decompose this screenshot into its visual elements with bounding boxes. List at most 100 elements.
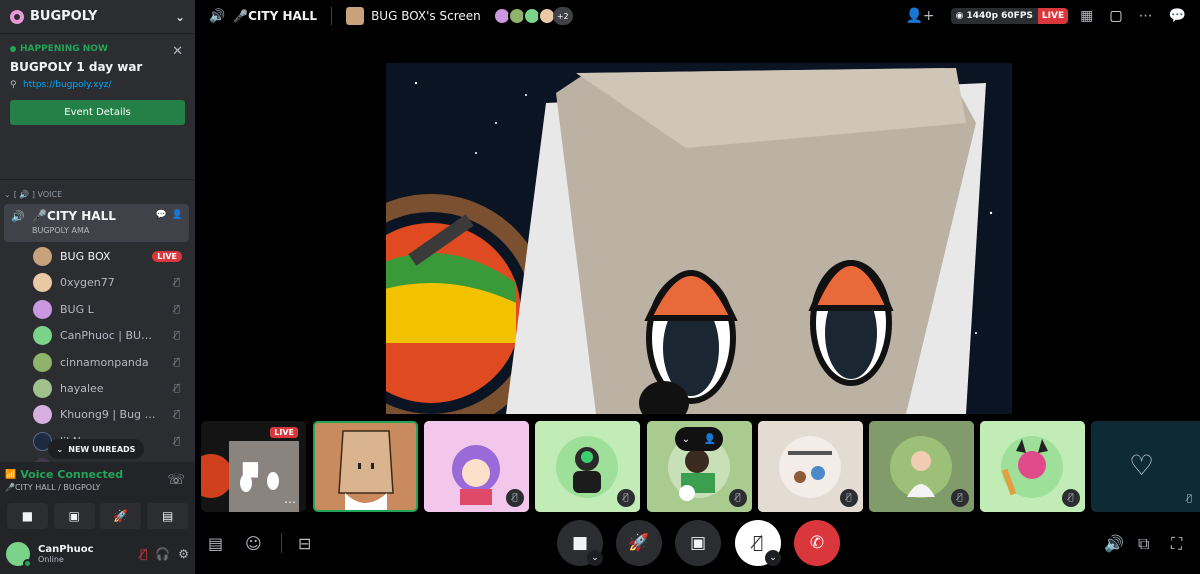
member-item[interactable]: BUG BOX LIVE: [33, 246, 185, 266]
stream-quality: 1440p 60FPS: [966, 11, 1033, 21]
stream-frame-image: [386, 63, 1012, 414]
member-item[interactable]: CanPhuoc | BUG G... 🎙̸: [33, 325, 185, 345]
rocket-icon: 🚀: [113, 509, 129, 523]
user-icon[interactable]: 👤: [704, 434, 716, 445]
avatar: [33, 299, 52, 319]
eye-icon: ◉: [955, 11, 964, 21]
member-name: 0xygen77: [60, 275, 115, 289]
soundboard-icon[interactable]: ▤: [208, 534, 223, 553]
participant-tile[interactable]: [313, 421, 418, 512]
avatar: [346, 7, 365, 25]
heart-icon: ♡: [1129, 449, 1155, 482]
stream-video[interactable]: [386, 63, 1012, 414]
chat-icon[interactable]: 💬: [1169, 8, 1186, 24]
participant-tile[interactable]: 🎙̸: [980, 421, 1085, 512]
mute-button[interactable]: 🎙̸ ⌄: [735, 520, 781, 566]
category-voice[interactable]: ⌄[ 🔊 ] VOICE: [0, 188, 195, 200]
username: CanPhuoc: [38, 544, 94, 555]
more-options-icon[interactable]: ⋯: [1139, 8, 1153, 24]
event-banner: HAPPENING NOW ✕ BUGPOLY 1 day war ⚲ https…: [0, 34, 195, 180]
screen-share-icon: ▣: [689, 533, 707, 553]
chevron-down-icon[interactable]: ⌄: [682, 434, 690, 445]
member-name: hayalee: [60, 381, 104, 395]
more-viewers-count: +2: [552, 7, 573, 25]
participant-tile[interactable]: 🎙̸: [424, 421, 529, 512]
channel-name: 🎤CITY HALL: [32, 209, 116, 223]
gear-icon[interactable]: ⚙: [178, 547, 189, 561]
soundboard-button[interactable]: ▤: [147, 503, 189, 529]
grid-icon[interactable]: ▦: [1080, 8, 1093, 24]
sidebar: BUGPOLY ⌄ HAPPENING NOW ✕ BUGPOLY 1 day …: [0, 0, 195, 574]
member-item[interactable]: hayalee 🎙̸: [33, 378, 185, 398]
headphones-icon[interactable]: 🎧: [155, 547, 170, 561]
mic-muted-icon[interactable]: 🎙̸: [140, 547, 147, 561]
avatar: [33, 325, 52, 345]
more-options-icon[interactable]: ⋯: [284, 495, 296, 509]
emoji-icon[interactable]: ☺: [245, 534, 262, 553]
participant-tile[interactable]: 🎙̸: [535, 421, 640, 512]
signal-icon[interactable]: 📶: [5, 470, 16, 480]
avatar: [315, 423, 416, 510]
category-label: [ 🔊 ] VOICE: [13, 189, 63, 199]
event-details-button[interactable]: Event Details: [10, 100, 185, 125]
member-name: cinnamonpanda: [60, 355, 149, 369]
popout-activity-icon[interactable]: ⊟: [298, 534, 311, 553]
server-header[interactable]: BUGPOLY ⌄: [0, 0, 195, 34]
participant-tile[interactable]: 🎙̸: [758, 421, 863, 512]
participant-tile[interactable]: ⌄ 👤 🎙̸: [647, 421, 752, 512]
member-item[interactable]: cinnamonpanda 🎙̸: [33, 352, 185, 372]
event-status: HAPPENING NOW: [20, 44, 108, 54]
mic-muted-icon: 🎙̸: [173, 276, 180, 288]
disconnect-icon[interactable]: ☏: [167, 472, 185, 488]
fullscreen-icon[interactable]: ⛶: [1171, 534, 1182, 554]
chevron-down-icon[interactable]: ⌄: [587, 550, 603, 566]
participant-tile[interactable]: 🎙̸: [869, 421, 974, 512]
stream-preview-tile[interactable]: LIVE ■ ⋯: [201, 421, 306, 512]
voice-status: Voice Connected: [20, 468, 124, 481]
location-pin-icon: ⚲: [10, 80, 17, 90]
volume-icon[interactable]: 🔊: [1104, 534, 1124, 553]
new-unreads-button[interactable]: ⌄ NEW UNREADS: [48, 439, 144, 459]
live-badge: LIVE: [1037, 8, 1069, 24]
voice-channel-city-hall[interactable]: 🔊 🎤CITY HALL BUGPOLY AMA 💬 👤: [4, 204, 189, 242]
mic-muted-icon: 🎙̸: [951, 489, 969, 507]
stop-stream-icon[interactable]: ▢: [1109, 8, 1122, 24]
participant-tile[interactable]: ♡ 🎙̸: [1091, 421, 1200, 512]
activities-button[interactable]: 🚀: [616, 520, 662, 566]
member-item[interactable]: Khuong9 | Bug Gang 🎙̸: [33, 404, 185, 424]
tile-overlay-controls[interactable]: ⌄ 👤: [675, 427, 723, 451]
share-screen-button[interactable]: ▣: [53, 503, 95, 529]
leave-call-button[interactable]: ✆: [794, 520, 840, 566]
server-name: BUGPOLY: [30, 9, 98, 24]
mic-muted-icon: 🎙̸: [506, 489, 524, 507]
chat-icon[interactable]: 💬: [156, 210, 167, 220]
activities-button[interactable]: 🚀: [100, 503, 142, 529]
member-item[interactable]: 0xygen77 🎙̸: [33, 272, 185, 292]
member-name: BUG L: [60, 302, 94, 316]
close-icon[interactable]: ✕: [172, 44, 183, 59]
share-screen-button[interactable]: ▣: [675, 520, 721, 566]
mic-muted-icon: 🎙̸: [1186, 494, 1192, 504]
popout-icon[interactable]: ⧉: [1138, 534, 1149, 554]
member-item[interactable]: BUG L 🎙̸: [33, 299, 185, 319]
avatar[interactable]: [6, 542, 32, 568]
avatar: [33, 246, 52, 266]
chevron-down-icon[interactable]: ⌄: [175, 10, 185, 24]
viewer-avatars[interactable]: +2: [492, 7, 573, 25]
chevron-down-icon[interactable]: ⌄: [765, 550, 781, 566]
camera-button[interactable]: ■ ⌄: [557, 520, 603, 566]
mic-muted-icon: 🎙̸: [1062, 489, 1080, 507]
add-member-icon[interactable]: 👤: [172, 210, 183, 220]
video-camera-icon: ■: [241, 456, 260, 480]
mic-muted-icon: 🎙̸: [840, 489, 858, 507]
header-channel-name: 🎤CITY HALL: [233, 9, 318, 23]
add-user-icon[interactable]: 👤+: [905, 8, 934, 24]
event-link[interactable]: https://bugpoly.xyz/: [23, 80, 111, 90]
mic-muted-icon: 🎙̸: [173, 435, 180, 447]
end-call-icon: ✆: [809, 533, 825, 553]
divider: [331, 7, 333, 25]
avatar: [33, 404, 52, 424]
mic-muted-icon: 🎙̸: [173, 329, 180, 341]
camera-button[interactable]: ■: [6, 503, 48, 529]
chevron-down-icon: ⌄: [56, 444, 64, 454]
